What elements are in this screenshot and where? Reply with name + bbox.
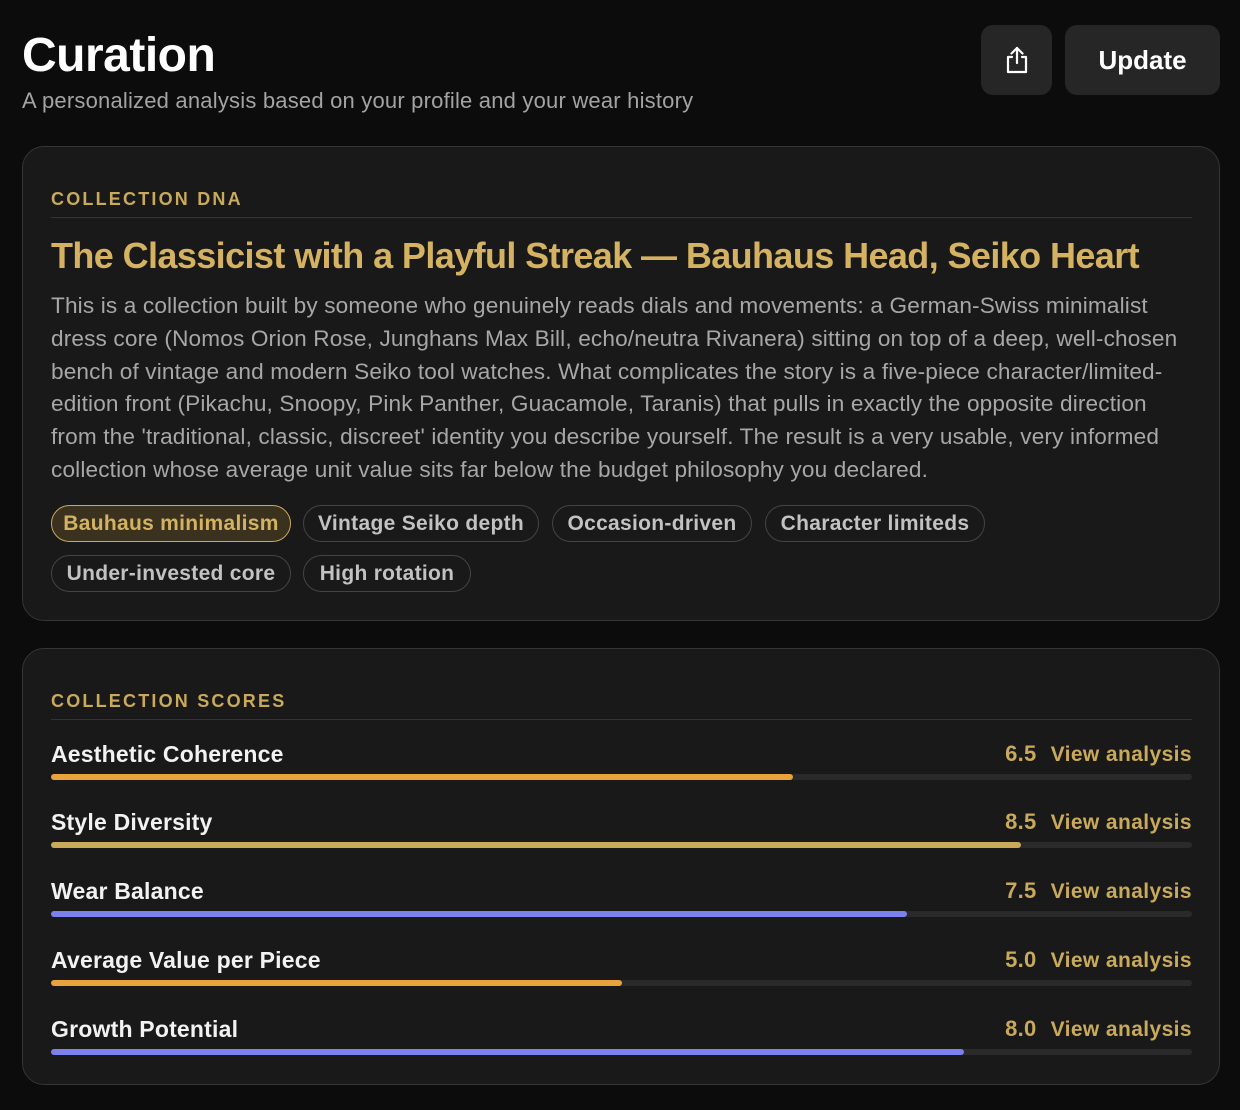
score-bar-fill — [51, 842, 1021, 848]
collection-scores-card: COLLECTION SCORES Aesthetic Coherence 6.… — [22, 648, 1220, 1085]
view-analysis-link[interactable]: View analysis — [1051, 743, 1192, 767]
score-row-average-value-per-piece: Average Value per Piece 5.0 View analysi… — [51, 947, 1192, 997]
score-value: 8.0 — [1005, 1016, 1037, 1041]
dna-headline: The Classicist with a Playful Streak — B… — [51, 235, 1140, 276]
divider — [51, 719, 1192, 720]
score-bar-fill — [51, 911, 907, 917]
score-value: 8.5 — [1005, 809, 1037, 834]
tag-vintage-seiko-depth[interactable]: Vintage Seiko depth — [303, 505, 539, 542]
score-row-aesthetic-coherence: Aesthetic Coherence 6.5 View analysis — [51, 741, 1192, 791]
score-row-style-diversity: Style Diversity 8.5 View analysis — [51, 809, 1192, 859]
score-bar-track — [51, 842, 1192, 848]
score-name: Style Diversity — [51, 809, 213, 835]
tag-high-rotation[interactable]: High rotation — [303, 555, 471, 592]
tag-under-invested-core[interactable]: Under-invested core — [51, 555, 291, 592]
view-analysis-link[interactable]: View analysis — [1051, 949, 1192, 973]
page-header: Curation A personalized analysis based o… — [22, 24, 1220, 120]
update-button[interactable]: Update — [1065, 25, 1220, 95]
tag-character-limiteds[interactable]: Character limiteds — [765, 505, 985, 542]
collection-dna-label: COLLECTION DNA — [51, 189, 243, 209]
score-value: 7.5 — [1005, 878, 1037, 903]
tag-bauhaus-minimalism[interactable]: Bauhaus minimalism — [51, 505, 291, 542]
collection-scores-label: COLLECTION SCORES — [51, 691, 287, 711]
page-title: Curation — [22, 29, 216, 82]
score-name: Wear Balance — [51, 878, 204, 904]
score-name: Aesthetic Coherence — [51, 741, 284, 767]
score-bar-fill — [51, 1049, 964, 1055]
score-value: 6.5 — [1005, 741, 1037, 766]
score-row-wear-balance: Wear Balance 7.5 View analysis — [51, 878, 1192, 928]
curation-page: Curation A personalized analysis based o… — [0, 0, 1240, 1110]
share-upload-icon — [1006, 46, 1027, 74]
collection-dna-card: COLLECTION DNA The Classicist with a Pla… — [22, 146, 1220, 621]
score-value: 5.0 — [1005, 947, 1037, 972]
score-bar-track — [51, 980, 1192, 986]
score-name: Average Value per Piece — [51, 947, 321, 973]
score-bar-fill — [51, 980, 622, 986]
score-bar-track — [51, 774, 1192, 780]
score-bar-track — [51, 911, 1192, 917]
score-row-growth-potential: Growth Potential 8.0 View analysis — [51, 1016, 1192, 1066]
divider — [51, 217, 1192, 218]
page-subtitle: A personalized analysis based on your pr… — [22, 88, 694, 113]
score-bar-fill — [51, 774, 793, 780]
view-analysis-link[interactable]: View analysis — [1051, 811, 1192, 835]
dna-description: This is a collection built by someone wh… — [51, 293, 1178, 482]
score-name: Growth Potential — [51, 1016, 239, 1042]
tag-occasion-driven[interactable]: Occasion-driven — [552, 505, 752, 542]
view-analysis-link[interactable]: View analysis — [1051, 1018, 1192, 1042]
view-analysis-link[interactable]: View analysis — [1051, 880, 1192, 904]
share-button[interactable] — [981, 25, 1052, 95]
score-bar-track — [51, 1049, 1192, 1055]
